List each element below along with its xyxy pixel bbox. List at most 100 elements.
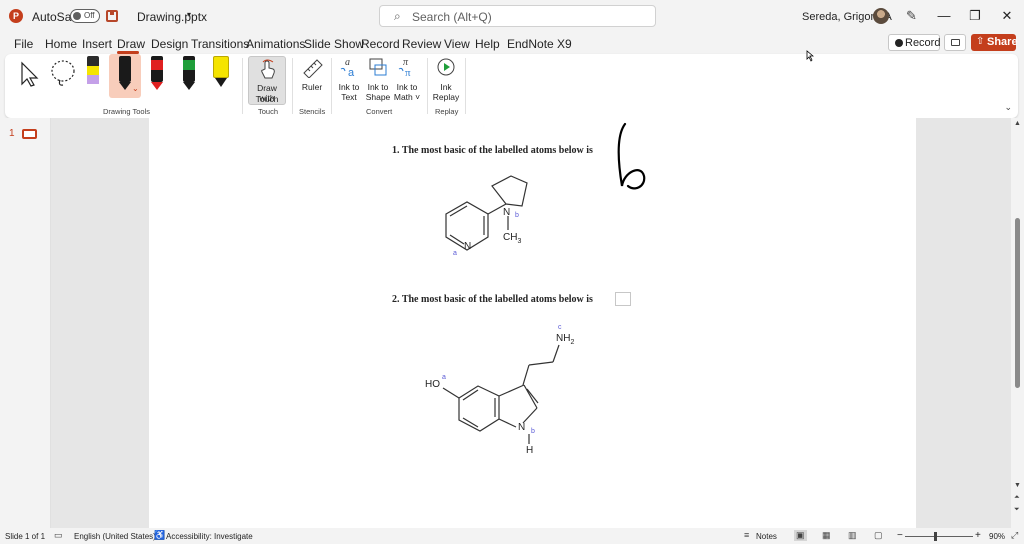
mol2-indole-h: H bbox=[526, 445, 534, 456]
ruler-button[interactable]: Ruler bbox=[297, 56, 327, 96]
record-dot-icon bbox=[895, 39, 903, 47]
tab-slide-show[interactable]: Slide Show bbox=[304, 37, 364, 51]
tab-transitions[interactable]: Transitions bbox=[191, 37, 249, 51]
ink-to-math-line1: Ink to bbox=[396, 82, 418, 92]
mol2-indole-n: N bbox=[518, 422, 526, 433]
previous-slide-icon[interactable]: ⏶ bbox=[1014, 494, 1020, 502]
restore-button[interactable]: ❐ bbox=[965, 8, 985, 24]
zoom-out-button[interactable]: − bbox=[897, 530, 903, 541]
notes-button[interactable]: Notes bbox=[756, 532, 777, 541]
ink-replay-button[interactable]: Ink Replay bbox=[432, 56, 460, 102]
ink-replay-line2: Replay bbox=[432, 92, 460, 102]
status-bar: Slide 1 of 1 ▭ English (United States) ♿… bbox=[0, 528, 1024, 544]
scrollbar-thumb[interactable] bbox=[1015, 218, 1020, 388]
draw-ribbon: ⌄ Drawing Tools Draw with Touch Touch Ru… bbox=[5, 54, 1018, 118]
group-label-convert: Convert bbox=[366, 107, 393, 116]
mol1-label-a: a bbox=[453, 250, 457, 257]
tab-animations[interactable]: Animations bbox=[246, 37, 305, 51]
file-name[interactable]: Drawing.pptx bbox=[137, 10, 207, 24]
question-2: 2. The most basic of the labelled atoms … bbox=[392, 294, 593, 305]
toggle-knob bbox=[73, 12, 81, 20]
reading-view-icon[interactable]: ▥ bbox=[848, 530, 857, 541]
autosave-state: Off bbox=[84, 11, 95, 20]
notes-icon: ≡ bbox=[744, 530, 750, 540]
close-button[interactable]: ✕ bbox=[997, 8, 1017, 24]
tab-draw[interactable]: Draw bbox=[117, 37, 145, 51]
ink-to-math-button[interactable]: π π Ink to Math ˅ bbox=[393, 56, 421, 102]
tab-endnote[interactable]: EndNote X9 bbox=[507, 37, 572, 51]
ruler-icon bbox=[303, 59, 323, 78]
share-label: Share bbox=[987, 36, 1018, 48]
avatar[interactable] bbox=[873, 8, 889, 24]
tab-insert[interactable]: Insert bbox=[82, 37, 112, 51]
scroll-down-icon[interactable]: ▼ bbox=[1014, 482, 1021, 489]
spelling-check-icon[interactable]: ▭ bbox=[54, 530, 63, 541]
zoom-in-button[interactable]: + bbox=[975, 530, 981, 541]
save-icon[interactable] bbox=[106, 10, 118, 22]
tab-home[interactable]: Home bbox=[45, 37, 77, 51]
tab-review[interactable]: Review bbox=[402, 37, 441, 51]
ribbon-separator bbox=[465, 58, 466, 114]
minimize-button[interactable]: — bbox=[934, 8, 954, 23]
group-label-drawing-tools: Drawing Tools bbox=[103, 107, 150, 116]
mol2-amine: NH2 bbox=[556, 333, 575, 346]
ink-to-text-button[interactable]: a a Ink to Text bbox=[336, 56, 362, 102]
slide-thumbnail-pane: 1 bbox=[0, 118, 50, 528]
ink-to-math-icon: π π bbox=[398, 57, 411, 77]
lasso-select-icon[interactable] bbox=[48, 58, 78, 88]
ink-to-shape-line2: Shape bbox=[365, 92, 391, 102]
slide-thumbnail[interactable] bbox=[22, 129, 37, 139]
touch-hand-icon bbox=[261, 59, 275, 79]
chevron-down-icon[interactable]: ⌄ bbox=[132, 84, 139, 93]
slide[interactable]: 1. The most basic of the labelled atoms … bbox=[149, 118, 916, 528]
select-arrow-icon[interactable] bbox=[17, 60, 41, 88]
svg-text:a: a bbox=[348, 67, 355, 77]
vertical-scrollbar[interactable]: ▲ ▼ ⏶ ⏷ bbox=[1011, 118, 1024, 528]
autosave-toggle[interactable]: Off bbox=[70, 9, 100, 23]
search-icon: ⌕ bbox=[394, 9, 401, 23]
powerpoint-logo-icon: P bbox=[9, 9, 23, 23]
highlighter-yellow-icon[interactable] bbox=[212, 56, 230, 92]
record-button[interactable]: Record bbox=[888, 34, 940, 51]
language[interactable]: English (United States) bbox=[74, 532, 156, 541]
tab-record[interactable]: Record bbox=[361, 37, 400, 51]
tab-design[interactable]: Design bbox=[151, 37, 188, 51]
ink-to-shape-line1: Ink to bbox=[367, 82, 389, 92]
zoom-level[interactable]: 90% bbox=[989, 532, 1005, 541]
tab-file[interactable]: File bbox=[14, 37, 33, 51]
slide-sorter-icon[interactable]: ▦ bbox=[822, 530, 831, 541]
pen-tool-purple-icon[interactable] bbox=[86, 56, 100, 90]
pen-icon[interactable]: ✎ bbox=[906, 8, 917, 24]
slide-count: Slide 1 of 1 bbox=[5, 532, 46, 541]
zoom-slider-thumb[interactable] bbox=[934, 532, 937, 541]
mol1-n-pyridine: N bbox=[464, 241, 472, 252]
ink-to-text-icon: a a bbox=[340, 57, 355, 77]
answer-box-2[interactable] bbox=[615, 292, 631, 306]
share-icon: ⇧ bbox=[976, 36, 985, 47]
mol1-label-b: b bbox=[515, 212, 519, 219]
svg-text:π: π bbox=[405, 67, 411, 77]
share-button[interactable]: ⇧ Share bbox=[971, 34, 1018, 51]
chevron-down-icon[interactable]: ▾ bbox=[187, 10, 191, 19]
ink-to-shape-button[interactable]: Ink to Shape bbox=[365, 56, 391, 102]
collapse-ribbon-icon[interactable]: ⌄ bbox=[1004, 102, 1012, 113]
pen-tool-black-selected[interactable]: ⌄ bbox=[109, 54, 141, 98]
pen-tool-red-icon[interactable] bbox=[150, 56, 164, 92]
slide-show-icon[interactable]: ▢ bbox=[874, 530, 883, 541]
draw-with-touch-button[interactable]: Draw with Touch bbox=[248, 56, 286, 105]
title-bar: P AutoSave Off Drawing.pptx ▾ ⌕ Search (… bbox=[0, 0, 1024, 32]
question-1: 1. The most basic of the labelled atoms … bbox=[392, 145, 593, 156]
tab-help[interactable]: Help bbox=[475, 37, 500, 51]
accessibility-icon: ♿ bbox=[154, 530, 166, 540]
pen-tool-green-icon[interactable] bbox=[182, 56, 196, 92]
normal-view-icon[interactable]: ▣ bbox=[794, 530, 807, 541]
fit-to-window-icon[interactable]: ⤢ bbox=[1011, 530, 1018, 541]
ribbon-separator bbox=[427, 58, 428, 114]
search-input[interactable]: ⌕ Search (Alt+Q) bbox=[379, 5, 656, 27]
accessibility-status[interactable]: Accessibility: Investigate bbox=[166, 532, 253, 541]
scroll-up-icon[interactable]: ▲ bbox=[1014, 120, 1021, 127]
tab-view[interactable]: View bbox=[444, 37, 470, 51]
zoom-slider[interactable] bbox=[905, 536, 973, 537]
next-slide-icon[interactable]: ⏷ bbox=[1014, 506, 1020, 514]
comments-button[interactable] bbox=[944, 34, 966, 51]
